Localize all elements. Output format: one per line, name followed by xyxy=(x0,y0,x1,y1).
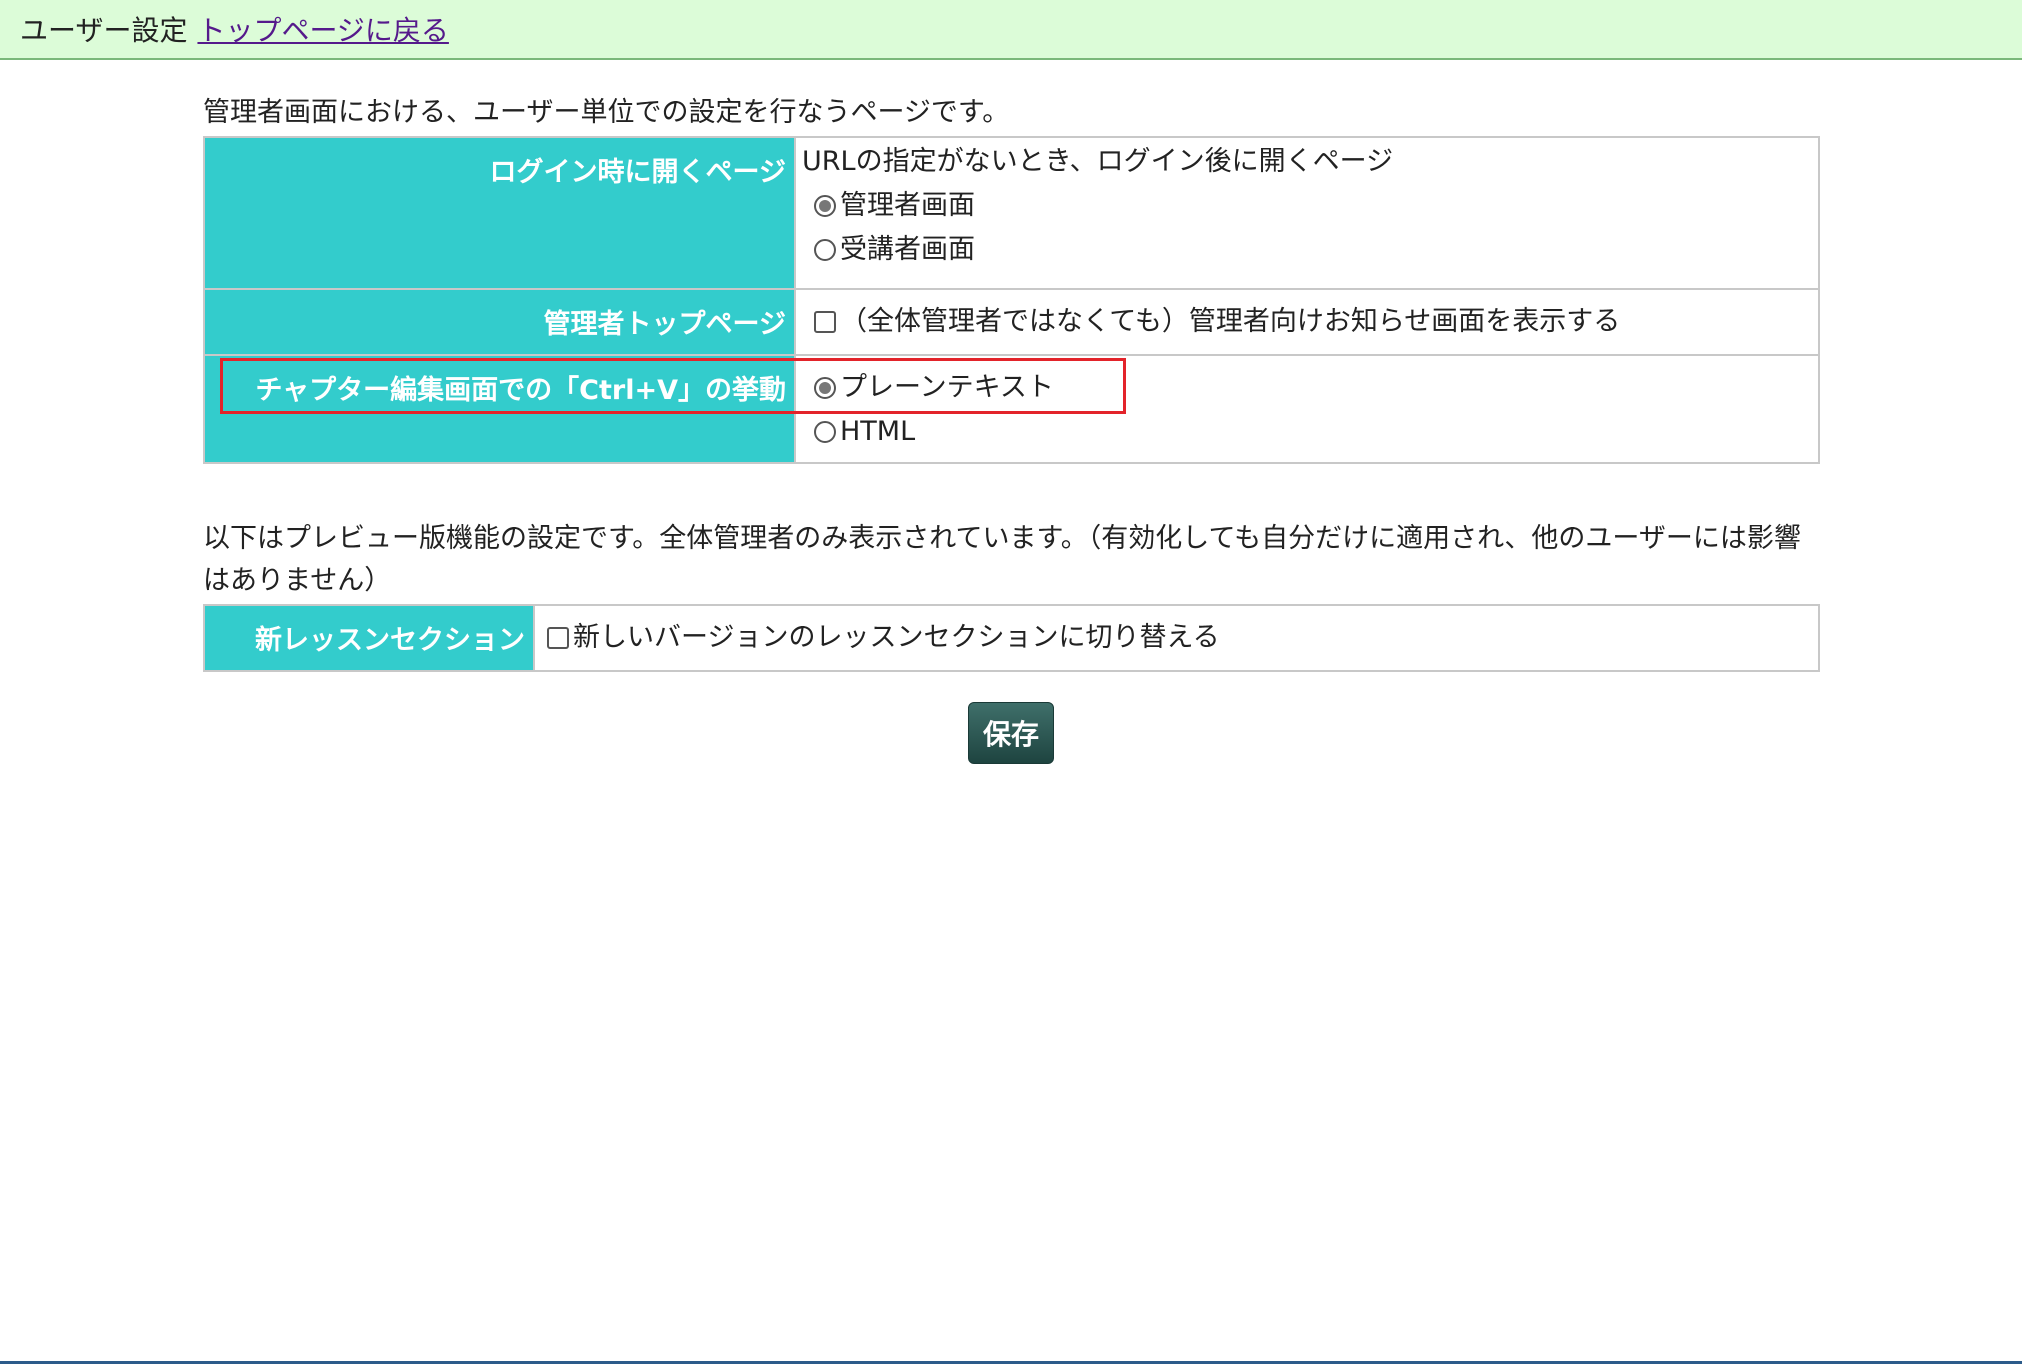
login-page-description: URLの指定がないとき、ログイン後に開くページ xyxy=(802,146,1394,177)
setting-row-login-page: ログイン時に開くページ URLの指定がないとき、ログイン後に開くページ 管理者画… xyxy=(203,136,1820,290)
checkbox-option-admin-notice[interactable]: （全体管理者ではなくても）管理者向けお知らせ画面を表示する xyxy=(802,300,1812,344)
radio-plain-text[interactable] xyxy=(814,377,836,399)
setting-label-paste-behavior: チャプター編集画面での「Ctrl+V」の挙動 xyxy=(203,354,796,464)
header-bar: ユーザー設定 トップページに戻る xyxy=(0,0,2022,60)
setting-row-admin-top: 管理者トップページ （全体管理者ではなくても）管理者向けお知らせ画面を表示する xyxy=(203,288,1820,356)
checkbox-option-new-lesson[interactable]: 新しいバージョンのレッスンセクションに切り替える xyxy=(535,616,1812,660)
user-settings-table: ログイン時に開くページ URLの指定がないとき、ログイン後に開くページ 管理者画… xyxy=(203,136,1820,464)
radio-option-html[interactable]: HTML xyxy=(802,410,1812,454)
checkbox-new-lesson-label: 新しいバージョンのレッスンセクションに切り替える xyxy=(573,622,1220,653)
radio-option-admin-screen[interactable]: 管理者画面 xyxy=(802,184,1812,228)
main-content: 管理者画面における、ユーザー単位での設定を行なうページです。 ログイン時に開くペ… xyxy=(203,60,1820,764)
setting-value-new-lesson: 新しいバージョンのレッスンセクションに切り替える xyxy=(533,604,1820,672)
intro-text: 管理者画面における、ユーザー単位での設定を行なうページです。 xyxy=(203,97,1010,128)
save-button[interactable]: 保存 xyxy=(967,702,1054,764)
setting-value-login-page: URLの指定がないとき、ログイン後に開くページ 管理者画面 受講者画面 xyxy=(794,136,1820,290)
radio-admin-screen[interactable] xyxy=(814,195,836,217)
setting-row-new-lesson: 新レッスンセクション 新しいバージョンのレッスンセクションに切り替える xyxy=(203,604,1820,672)
setting-row-paste-behavior: チャプター編集画面での「Ctrl+V」の挙動 プレーンテキスト HTML xyxy=(203,354,1820,464)
radio-student-screen-label: 受講者画面 xyxy=(840,234,975,265)
setting-label-admin-top: 管理者トップページ xyxy=(203,288,796,356)
radio-html-label: HTML xyxy=(840,416,916,447)
radio-plain-text-label: プレーンテキスト xyxy=(840,372,1054,403)
checkbox-admin-notice-label: （全体管理者ではなくても）管理者向けお知らせ画面を表示する xyxy=(840,306,1621,337)
setting-value-admin-top: （全体管理者ではなくても）管理者向けお知らせ画面を表示する xyxy=(794,288,1820,356)
back-to-top-link[interactable]: トップページに戻る xyxy=(197,9,448,49)
radio-option-student-screen[interactable]: 受講者画面 xyxy=(802,228,1812,272)
preview-note: 以下はプレビュー版機能の設定です。全体管理者のみ表示されています。（有効化しても… xyxy=(203,523,1801,596)
checkbox-admin-notice[interactable] xyxy=(814,311,836,333)
checkbox-new-lesson[interactable] xyxy=(547,627,569,649)
radio-admin-screen-label: 管理者画面 xyxy=(840,190,975,221)
setting-label-new-lesson: 新レッスンセクション xyxy=(203,604,535,672)
setting-label-login-page: ログイン時に開くページ xyxy=(203,136,796,290)
page-title: ユーザー設定 xyxy=(20,14,188,47)
radio-option-plain-text[interactable]: プレーンテキスト xyxy=(802,366,1812,410)
save-area: 保存 xyxy=(203,702,1819,764)
setting-value-paste-behavior: プレーンテキスト HTML xyxy=(794,354,1820,464)
radio-html[interactable] xyxy=(814,421,836,443)
radio-student-screen[interactable] xyxy=(814,239,836,261)
preview-settings-table: 新レッスンセクション 新しいバージョンのレッスンセクションに切り替える xyxy=(203,604,1820,672)
